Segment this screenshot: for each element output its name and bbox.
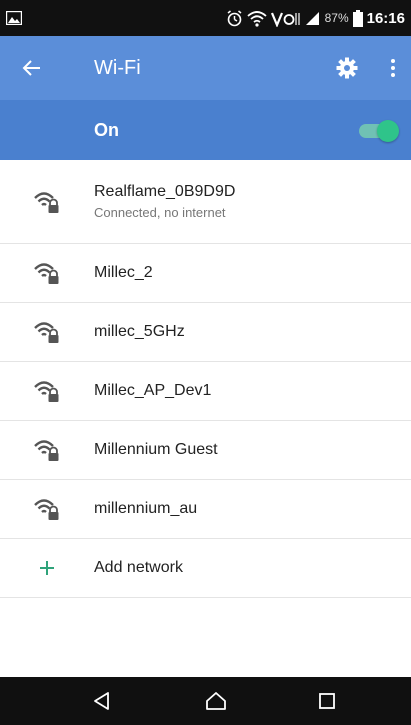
recents-icon[interactable] [297,677,357,725]
system-nav-bar [0,677,411,725]
wifi-switch-label: On [94,119,119,140]
add-network-label: Add network [94,559,183,576]
status-bar: 87% 16:16 [0,0,411,36]
network-item[interactable]: millennium_au [0,480,411,539]
network-list: Realflame_0B9D9D Connected, no internet … [0,160,411,598]
plus-icon [0,560,94,576]
back-arrow-icon[interactable] [0,36,64,100]
more-vert-icon[interactable] [375,48,411,88]
network-item[interactable]: Millec_AP_Dev1 [0,362,411,421]
wifi-lock-icon [0,379,94,403]
app-toolbar: Wi-Fi [0,36,411,100]
back-triangle-icon[interactable] [72,677,132,725]
network-item[interactable]: millec_5GHz [0,303,411,362]
wifi-lock-icon [0,190,94,214]
wifi-lock-icon [0,497,94,521]
page-title: Wi-Fi [94,56,141,79]
network-name: Realflame_0B9D9D [94,183,236,200]
image-notification-icon [6,10,28,26]
network-status: Connected, no internet [94,205,226,220]
volte-icon [270,10,301,27]
wifi-icon [246,10,267,27]
gear-icon[interactable] [327,48,367,88]
network-name: Millec_2 [94,264,153,281]
network-item[interactable]: Realflame_0B9D9D Connected, no internet [0,160,411,244]
battery-percent: 87% [324,11,349,25]
clock: 16:16 [366,9,405,27]
wifi-lock-icon [0,261,94,285]
wifi-master-switch[interactable]: On [0,100,411,160]
wifi-lock-icon [0,438,94,462]
alarm-icon [226,9,243,27]
home-icon[interactable] [186,677,246,725]
network-name: millennium_au [94,500,198,517]
battery-icon [352,9,363,27]
add-network-button[interactable]: Add network [0,539,411,598]
signal-icon [305,10,321,26]
network-item[interactable]: Millennium Guest [0,421,411,480]
network-name: Millennium Guest [94,441,218,458]
network-name: Millec_AP_Dev1 [94,382,212,399]
network-name: millec_5GHz [94,323,185,340]
wifi-toggle[interactable] [359,120,399,142]
network-item[interactable]: Millec_2 [0,244,411,303]
wifi-lock-icon [0,320,94,344]
